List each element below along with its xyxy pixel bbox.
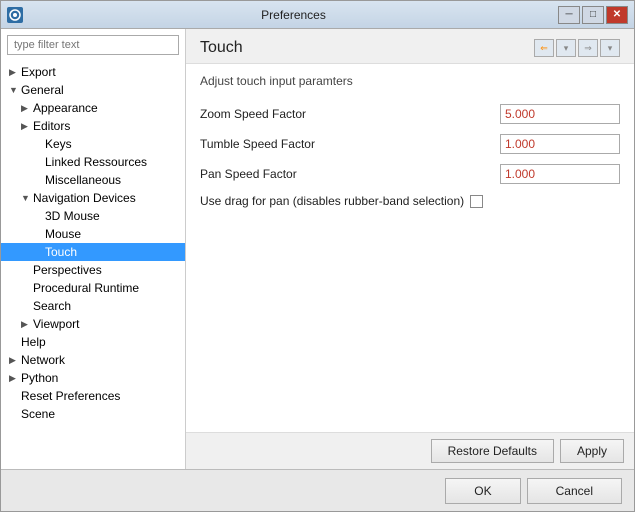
content-area: ▶ Export ▼ General ▶ Appearance ▶ Editor… bbox=[1, 29, 634, 469]
tumble-speed-input[interactable] bbox=[500, 134, 620, 154]
arrow-icon: ▶ bbox=[9, 373, 21, 384]
sidebar-item-label: Search bbox=[33, 299, 71, 313]
sidebar-item-reset-preferences[interactable]: Reset Preferences bbox=[1, 387, 185, 405]
sidebar-item-label: Python bbox=[21, 371, 58, 385]
cancel-button[interactable]: Cancel bbox=[527, 478, 622, 504]
arrow-icon: ▶ bbox=[21, 319, 33, 330]
arrow-icon: ▶ bbox=[21, 103, 33, 114]
sidebar-item-label: Export bbox=[21, 65, 56, 79]
title-bar: Preferences ─ □ ✕ bbox=[1, 1, 634, 29]
pan-speed-row: Pan Speed Factor bbox=[200, 164, 620, 184]
sidebar-item-label: 3D Mouse bbox=[45, 209, 100, 223]
sidebar-item-help[interactable]: Help bbox=[1, 333, 185, 351]
sidebar-item-label: Linked Ressources bbox=[45, 155, 147, 169]
sidebar-item-mouse[interactable]: Mouse bbox=[1, 225, 185, 243]
panel-body: Adjust touch input paramters Zoom Speed … bbox=[186, 64, 634, 432]
nav-forward-button[interactable]: ⇒ bbox=[578, 39, 598, 57]
sidebar-item-label: Mouse bbox=[45, 227, 81, 241]
sidebar-item-editors[interactable]: ▶ Editors bbox=[1, 117, 185, 135]
close-button[interactable]: ✕ bbox=[606, 6, 628, 24]
nav-forward-dropdown-button[interactable]: ▾ bbox=[600, 39, 620, 57]
tree: ▶ Export ▼ General ▶ Appearance ▶ Editor… bbox=[1, 61, 185, 469]
sidebar-item-label: Perspectives bbox=[33, 263, 102, 277]
zoom-speed-row: Zoom Speed Factor bbox=[200, 104, 620, 124]
maximize-button[interactable]: □ bbox=[582, 6, 604, 24]
sidebar-item-perspectives[interactable]: Perspectives bbox=[1, 261, 185, 279]
sidebar-item-label: Network bbox=[21, 353, 65, 367]
sidebar-item-export[interactable]: ▶ Export bbox=[1, 63, 185, 81]
sidebar-item-label: Appearance bbox=[33, 101, 98, 115]
tumble-speed-label: Tumble Speed Factor bbox=[200, 137, 500, 151]
sidebar: ▶ Export ▼ General ▶ Appearance ▶ Editor… bbox=[1, 29, 186, 469]
sidebar-item-label: Touch bbox=[45, 245, 77, 259]
sidebar-item-appearance[interactable]: ▶ Appearance bbox=[1, 99, 185, 117]
apply-button[interactable]: Apply bbox=[560, 439, 624, 463]
ok-button[interactable]: OK bbox=[445, 478, 520, 504]
arrow-icon: ▼ bbox=[21, 193, 33, 203]
sidebar-item-label: Miscellaneous bbox=[45, 173, 121, 187]
panel-description: Adjust touch input paramters bbox=[200, 74, 620, 88]
arrow-icon: ▶ bbox=[9, 355, 21, 366]
arrow-icon: ▶ bbox=[21, 121, 33, 132]
nav-back-button[interactable]: ⇐ bbox=[534, 39, 554, 57]
drag-pan-row: Use drag for pan (disables rubber-band s… bbox=[200, 194, 620, 208]
sidebar-item-touch[interactable]: Touch bbox=[1, 243, 185, 261]
sidebar-item-network[interactable]: ▶ Network bbox=[1, 351, 185, 369]
bottom-bar: OK Cancel bbox=[1, 469, 634, 511]
filter-input[interactable] bbox=[7, 35, 179, 55]
sidebar-item-3d-mouse[interactable]: 3D Mouse bbox=[1, 207, 185, 225]
sidebar-item-python[interactable]: ▶ Python bbox=[1, 369, 185, 387]
nav-dropdown-button[interactable]: ▾ bbox=[556, 39, 576, 57]
panel-title: Touch bbox=[200, 39, 243, 57]
drag-pan-label: Use drag for pan (disables rubber-band s… bbox=[200, 194, 464, 208]
restore-defaults-button[interactable]: Restore Defaults bbox=[431, 439, 554, 463]
arrow-icon: ▶ bbox=[9, 67, 21, 78]
sidebar-item-label: Keys bbox=[45, 137, 72, 151]
sidebar-item-miscellaneous[interactable]: Miscellaneous bbox=[1, 171, 185, 189]
pan-speed-label: Pan Speed Factor bbox=[200, 167, 500, 181]
sidebar-item-label: Viewport bbox=[33, 317, 79, 331]
main-panel: Touch ⇐ ▾ ⇒ ▾ Adjust touch input paramte… bbox=[186, 29, 634, 469]
sidebar-item-label: Reset Preferences bbox=[21, 389, 120, 403]
zoom-speed-input[interactable] bbox=[500, 104, 620, 124]
sidebar-item-search[interactable]: Search bbox=[1, 297, 185, 315]
app-icon bbox=[7, 7, 23, 23]
sidebar-item-general[interactable]: ▼ General bbox=[1, 81, 185, 99]
window-title: Preferences bbox=[29, 8, 558, 22]
panel-footer: Restore Defaults Apply bbox=[186, 432, 634, 469]
window-controls: ─ □ ✕ bbox=[558, 6, 628, 24]
sidebar-item-procedural-runtime[interactable]: Procedural Runtime bbox=[1, 279, 185, 297]
zoom-speed-label: Zoom Speed Factor bbox=[200, 107, 500, 121]
minimize-button[interactable]: ─ bbox=[558, 6, 580, 24]
sidebar-item-linked-resources[interactable]: Linked Ressources bbox=[1, 153, 185, 171]
sidebar-item-navigation-devices[interactable]: ▼ Navigation Devices bbox=[1, 189, 185, 207]
sidebar-item-viewport[interactable]: ▶ Viewport bbox=[1, 315, 185, 333]
sidebar-item-label: Editors bbox=[33, 119, 70, 133]
sidebar-item-scene[interactable]: Scene bbox=[1, 405, 185, 423]
sidebar-item-label: Procedural Runtime bbox=[33, 281, 139, 295]
sidebar-item-keys[interactable]: Keys bbox=[1, 135, 185, 153]
tumble-speed-row: Tumble Speed Factor bbox=[200, 134, 620, 154]
panel-nav: ⇐ ▾ ⇒ ▾ bbox=[534, 39, 620, 57]
preferences-window: Preferences ─ □ ✕ ▶ Export ▼ General bbox=[0, 0, 635, 512]
arrow-icon: ▼ bbox=[9, 85, 21, 95]
panel-header: Touch ⇐ ▾ ⇒ ▾ bbox=[186, 29, 634, 64]
sidebar-item-label: Help bbox=[21, 335, 46, 349]
sidebar-item-label: Scene bbox=[21, 407, 55, 421]
sidebar-item-label: General bbox=[21, 83, 64, 97]
sidebar-item-label: Navigation Devices bbox=[33, 191, 136, 205]
pan-speed-input[interactable] bbox=[500, 164, 620, 184]
drag-pan-checkbox[interactable] bbox=[470, 195, 483, 208]
